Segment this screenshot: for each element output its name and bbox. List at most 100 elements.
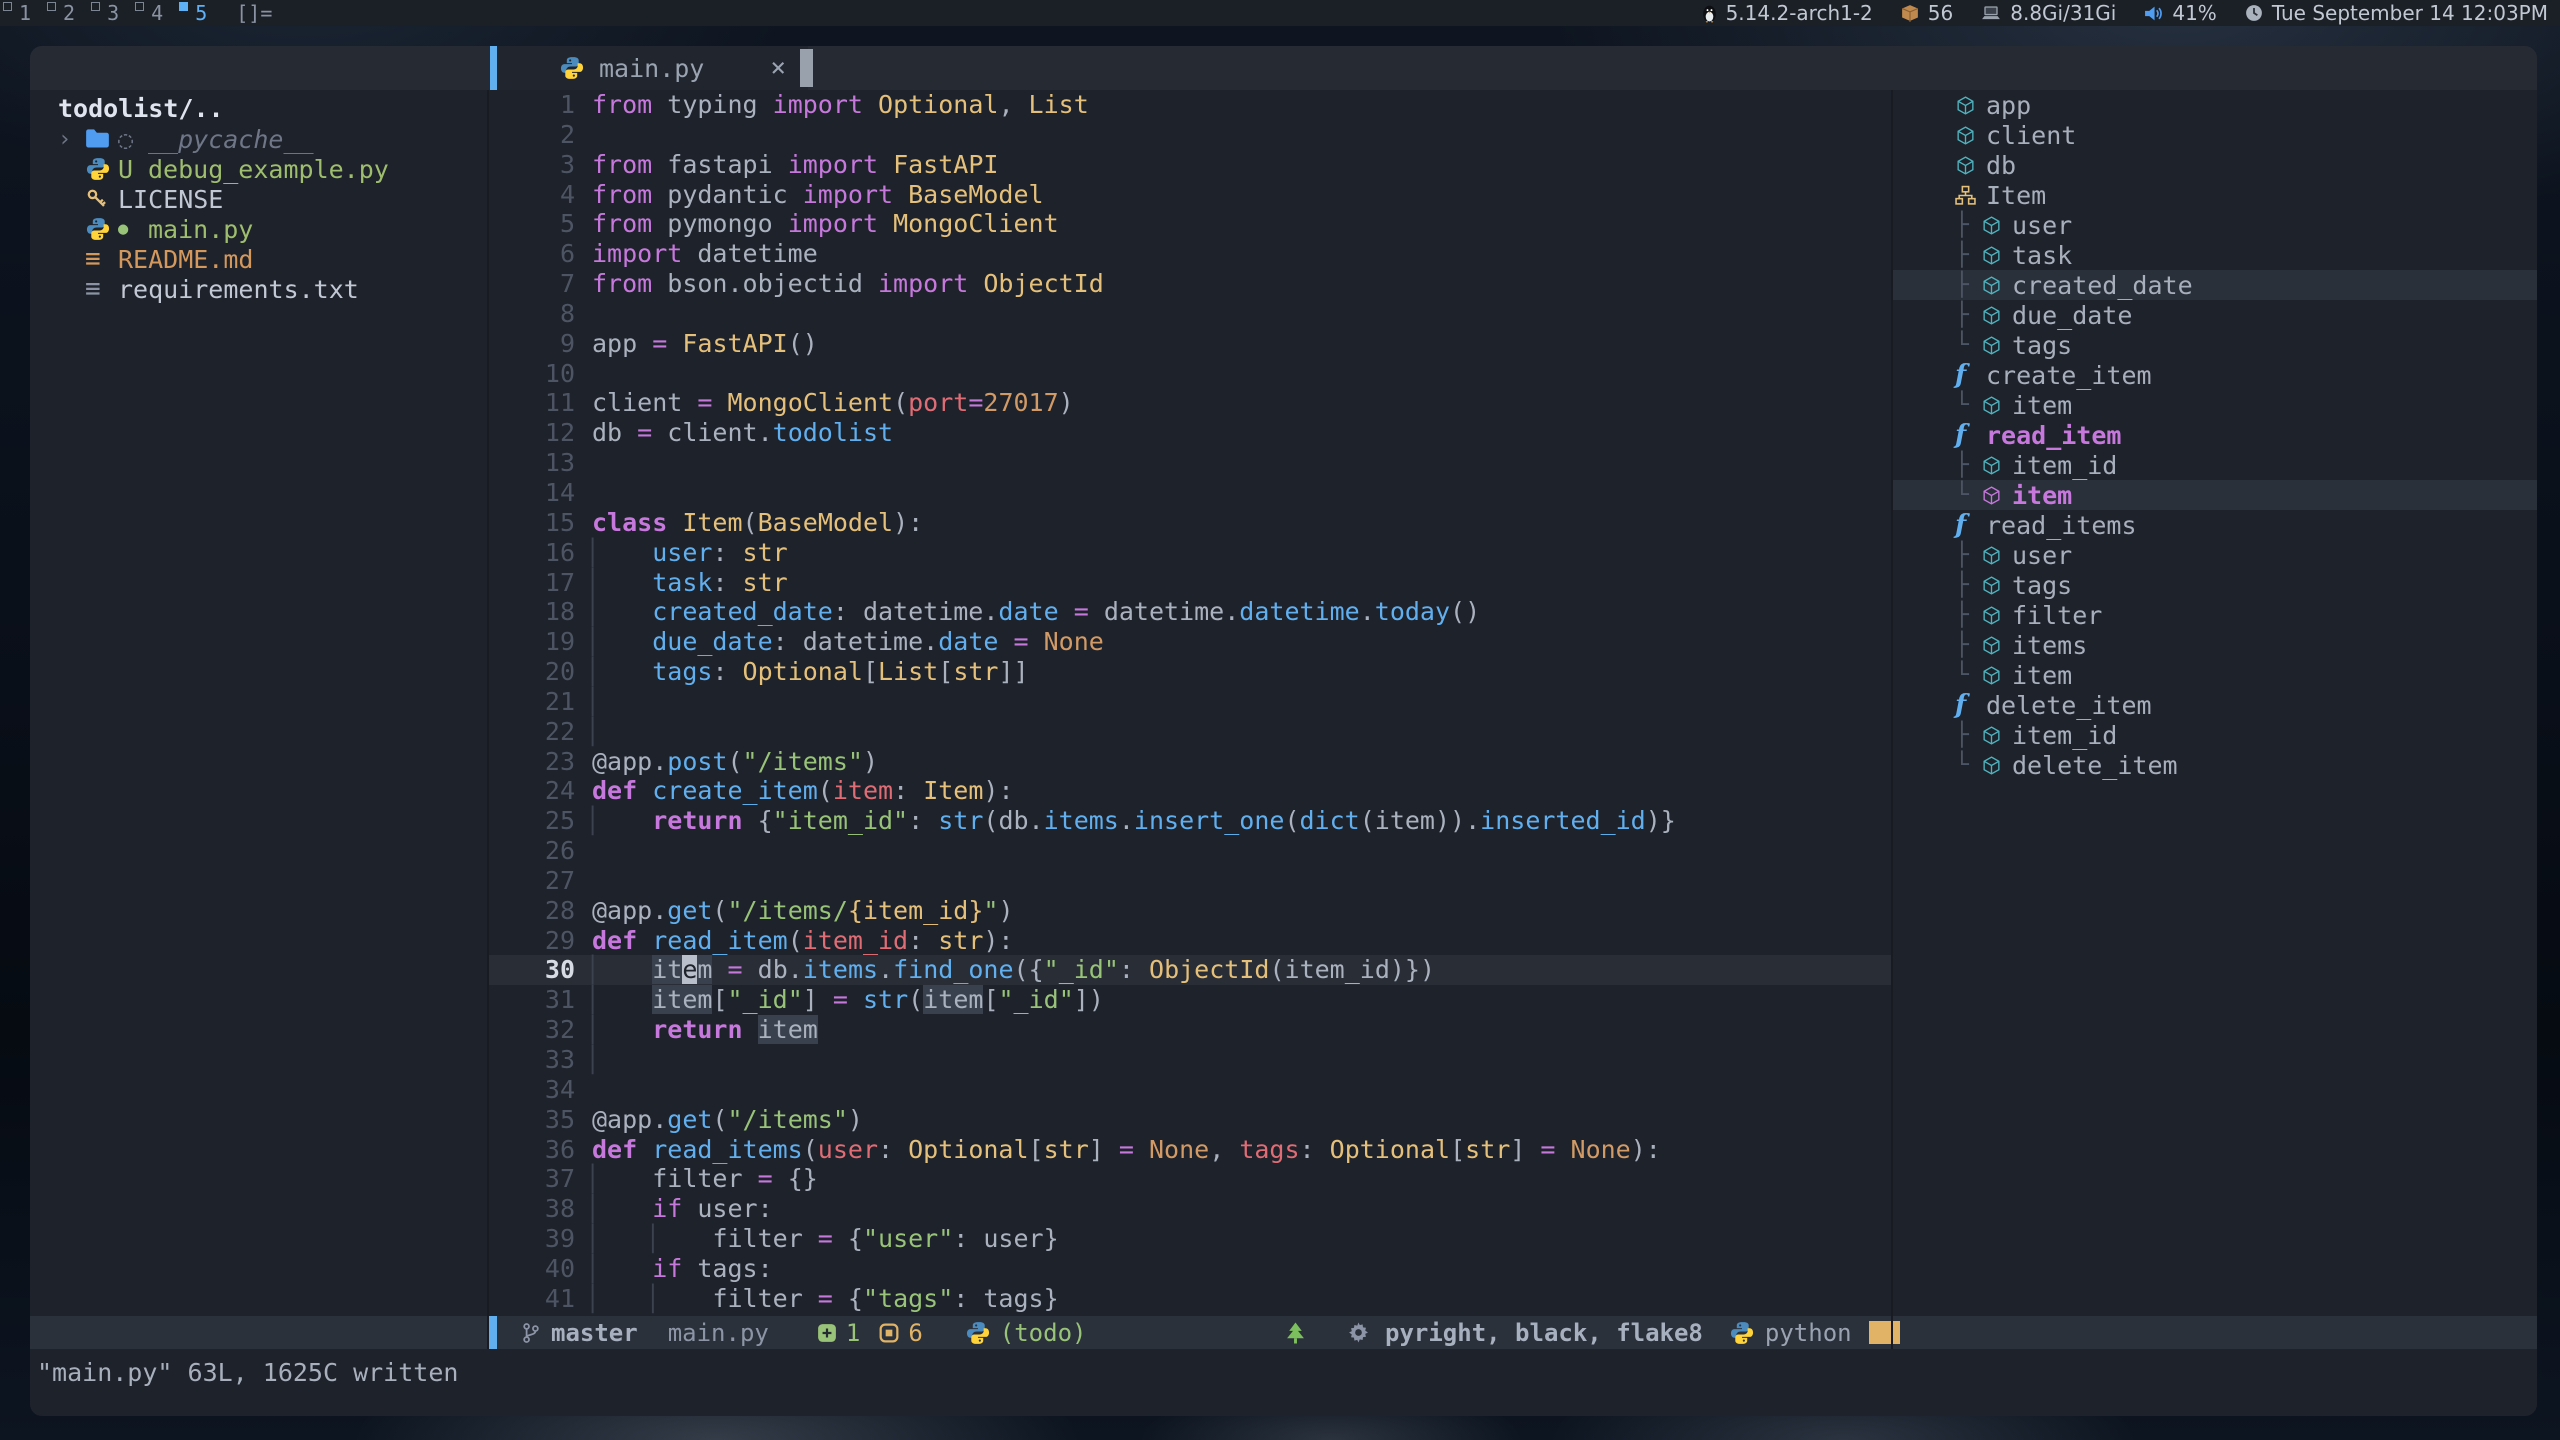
- tree-row-__pycache__[interactable]: ›◌__pycache__: [30, 124, 487, 154]
- outline-item-read_items[interactable]: fread_items: [1893, 510, 2537, 540]
- code-line-8[interactable]: 8: [489, 299, 1891, 329]
- code-editor[interactable]: 1from typing import Optional, List23from…: [489, 90, 1891, 1316]
- tree-connector: └: [1955, 662, 1981, 688]
- code-line-39[interactable]: 39▏ ▏ filter = {"user": user}: [489, 1224, 1891, 1254]
- code-line-4[interactable]: 4from pydantic import BaseModel: [489, 180, 1891, 210]
- code-line-13[interactable]: 13: [489, 448, 1891, 478]
- outline-item-item_id[interactable]: ├item_id: [1893, 720, 2537, 750]
- code-line-1[interactable]: 1from typing import Optional, List: [489, 90, 1891, 120]
- outline-item-tags[interactable]: ├tags: [1893, 570, 2537, 600]
- code-line-17[interactable]: 17▏ task: str: [489, 568, 1891, 598]
- code-line-22[interactable]: 22▏: [489, 717, 1891, 747]
- code-line-41[interactable]: 41▏ ▏ filter = {"tags": tags}: [489, 1284, 1891, 1314]
- workspace-2[interactable]: 2: [44, 0, 88, 26]
- code-line-18[interactable]: 18▏ created_date: datetime.date = dateti…: [489, 597, 1891, 627]
- code-line-28[interactable]: 28@app.get("/items/{item_id}"): [489, 896, 1891, 926]
- command-line[interactable]: "main.py" 63L, 1625C written: [30, 1349, 2537, 1416]
- code-text: client = MongoClient(port=27017): [592, 388, 1074, 418]
- code-line-20[interactable]: 20▏ tags: Optional[List[str]]: [489, 657, 1891, 687]
- code-line-38[interactable]: 38▏ if user:: [489, 1194, 1891, 1224]
- outline-item-tags[interactable]: └tags: [1893, 330, 2537, 360]
- code-line-7[interactable]: 7from bson.objectid import ObjectId: [489, 269, 1891, 299]
- outline-item-app[interactable]: app: [1893, 90, 2537, 120]
- code-line-5[interactable]: 5from pymongo import MongoClient: [489, 209, 1891, 239]
- workspace-3[interactable]: 3: [88, 0, 132, 26]
- statusline-filename: main.py: [668, 1319, 769, 1347]
- outline-item-item[interactable]: └item: [1893, 480, 2537, 510]
- code-line-34[interactable]: 34: [489, 1075, 1891, 1105]
- code-line-33[interactable]: 33▏: [489, 1045, 1891, 1075]
- code-line-29[interactable]: 29def read_item(item_id: str):: [489, 926, 1891, 956]
- symbol-label: item_id: [2012, 451, 2117, 480]
- code-line-12[interactable]: 12db = client.todolist: [489, 418, 1891, 448]
- code-line-25[interactable]: 25▏ return {"item_id": str(db.items.inse…: [489, 806, 1891, 836]
- code-line-10[interactable]: 10: [489, 359, 1891, 389]
- outline-item-item[interactable]: └item: [1893, 660, 2537, 690]
- tree-row-README.md[interactable]: ≡README.md: [30, 244, 487, 274]
- workspace-4[interactable]: 4: [132, 0, 176, 26]
- tree-row-debug_example.py[interactable]: Udebug_example.py: [30, 154, 487, 184]
- code-line-27[interactable]: 27: [489, 866, 1891, 896]
- code-line-32[interactable]: 32▏ return item: [489, 1015, 1891, 1045]
- outline-item-delete_item[interactable]: fdelete_item: [1893, 690, 2537, 720]
- code-line-40[interactable]: 40▏ if tags:: [489, 1254, 1891, 1284]
- code-line-36[interactable]: 36def read_items(user: Optional[str] = N…: [489, 1135, 1891, 1165]
- tree-row-LICENSE[interactable]: LICENSE: [30, 184, 487, 214]
- code-line-19[interactable]: 19▏ due_date: datetime.date = None: [489, 627, 1891, 657]
- code-line-26[interactable]: 26: [489, 836, 1891, 866]
- outline-item-task[interactable]: ├task: [1893, 240, 2537, 270]
- outline-item-Item[interactable]: Item: [1893, 180, 2537, 210]
- code-line-15[interactable]: 15class Item(BaseModel):: [489, 508, 1891, 538]
- code-line-3[interactable]: 3from fastapi import FastAPI: [489, 150, 1891, 180]
- code-line-9[interactable]: 9app = FastAPI(): [489, 329, 1891, 359]
- workspace-1[interactable]: 1: [0, 0, 44, 26]
- chevron-right-icon: ›: [58, 127, 85, 152]
- outline-item-user[interactable]: ├user: [1893, 210, 2537, 240]
- diff-modified-count: 6: [908, 1319, 922, 1347]
- function-icon: f: [1955, 360, 1966, 390]
- code-line-31[interactable]: 31▏ item["_id"] = str(item["_id"]): [489, 985, 1891, 1015]
- code-line-24[interactable]: 24def create_item(item: Item):: [489, 776, 1891, 806]
- folder-icon: [85, 128, 118, 150]
- outline-item-user[interactable]: ├user: [1893, 540, 2537, 570]
- outline-item-items[interactable]: ├items: [1893, 630, 2537, 660]
- workspace-5[interactable]: 5: [176, 0, 220, 26]
- outline-item-created_date[interactable]: ├created_date: [1893, 270, 2537, 300]
- close-icon[interactable]: ×: [770, 53, 786, 83]
- code-line-6[interactable]: 6import datetime: [489, 239, 1891, 269]
- outline-item-create_item[interactable]: fcreate_item: [1893, 360, 2537, 390]
- outline-item-client[interactable]: client: [1893, 120, 2537, 150]
- outline-item-due_date[interactable]: ├due_date: [1893, 300, 2537, 330]
- code-line-11[interactable]: 11client = MongoClient(port=27017): [489, 388, 1891, 418]
- line-number: 27: [489, 866, 592, 896]
- code-text: ▏ ▏ filter = {"user": user}: [592, 1224, 1059, 1254]
- code-line-35[interactable]: 35@app.get("/items"): [489, 1105, 1891, 1135]
- tree-row-main.py[interactable]: ●main.py: [30, 214, 487, 244]
- outline-item-delete_item[interactable]: └delete_item: [1893, 750, 2537, 780]
- symbol-label: Item: [1986, 181, 2046, 210]
- tab-main-py[interactable]: main.py ×: [490, 46, 808, 90]
- code-text: def create_item(item: Item):: [592, 776, 1014, 806]
- code-line-23[interactable]: 23@app.post("/items"): [489, 747, 1891, 777]
- code-text: class Item(BaseModel):: [592, 508, 923, 538]
- top-bar: 12345 []= 5.14.2-arch1-2568.8Gi/31Gi41%T…: [0, 0, 2560, 26]
- code-line-21[interactable]: 21▏: [489, 687, 1891, 717]
- venv-python-icon: [965, 1320, 991, 1346]
- git-status: ◌: [118, 125, 148, 154]
- line-number: 12: [489, 418, 592, 448]
- tree-row-requirements.txt[interactable]: ≡requirements.txt: [30, 274, 487, 304]
- code-line-37[interactable]: 37▏ filter = {}: [489, 1164, 1891, 1194]
- code-line-16[interactable]: 16▏ user: str: [489, 538, 1891, 568]
- line-number: 29: [489, 926, 592, 956]
- code-text: ▏ tags: Optional[List[str]]: [592, 657, 1029, 687]
- outline-item-item_id[interactable]: ├item_id: [1893, 450, 2537, 480]
- code-line-14[interactable]: 14: [489, 478, 1891, 508]
- line-number: 14: [489, 478, 592, 508]
- code-line-30[interactable]: 30▏ item = db.items.find_one({"_id": Obj…: [489, 955, 1891, 985]
- outline-item-filter[interactable]: ├filter: [1893, 600, 2537, 630]
- code-line-2[interactable]: 2: [489, 120, 1891, 150]
- outline-item-item[interactable]: └item: [1893, 390, 2537, 420]
- outline-item-read_item[interactable]: fread_item: [1893, 420, 2537, 450]
- outline-item-db[interactable]: db: [1893, 150, 2537, 180]
- explorer-root[interactable]: todolist/..: [30, 94, 487, 124]
